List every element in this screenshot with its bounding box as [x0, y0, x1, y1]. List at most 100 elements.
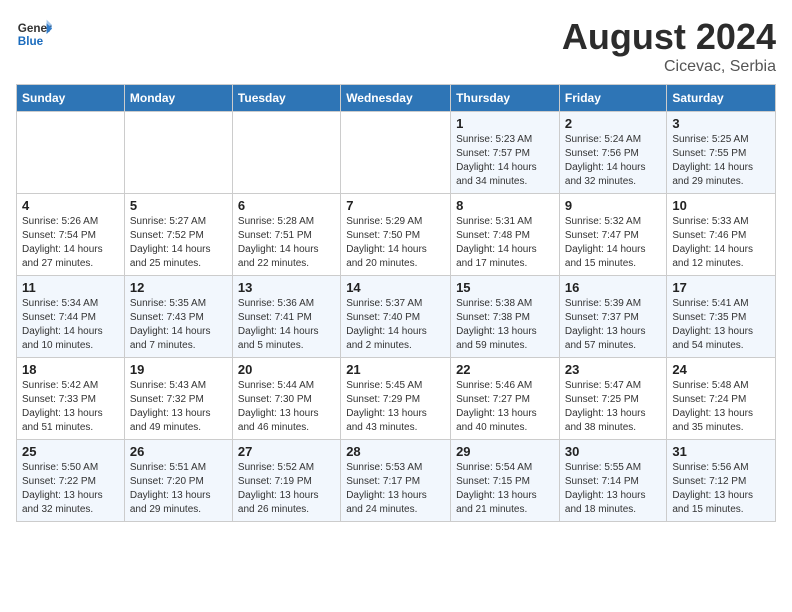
calendar-cell: 21 Sunrise: 5:45 AM Sunset: 7:29 PM Dayli… [341, 358, 451, 440]
day-number: 3 [672, 116, 770, 131]
day-number: 7 [346, 198, 445, 213]
day-number: 29 [456, 444, 554, 459]
calendar-cell: 15 Sunrise: 5:38 AM Sunset: 7:38 PM Dayli… [451, 276, 560, 358]
calendar-cell: 24Sunrise: 5:48 AM Sunset: 7:24 PM Dayli… [667, 358, 776, 440]
day-number: 14 [346, 280, 445, 295]
day-header-saturday: Saturday [667, 85, 776, 112]
logo-icon: General Blue [16, 16, 52, 52]
calendar-cell: 3 Sunrise: 5:25 AM Sunset: 7:55 PM Daylig… [667, 112, 776, 194]
day-info: Sunrise: 5:26 AM Sunset: 7:54 PM Dayligh… [22, 215, 119, 271]
calendar-cell [232, 112, 340, 194]
subtitle: Cicevac, Serbia [562, 58, 776, 76]
day-number: 2 [565, 116, 661, 131]
day-header-thursday: Thursday [451, 85, 560, 112]
calendar-cell: 10 Sunrise: 5:33 AM Sunset: 7:46 PM Dayli… [667, 194, 776, 276]
day-number: 23 [565, 362, 661, 377]
calendar-cell: 31Sunrise: 5:56 AM Sunset: 7:12 PM Dayli… [667, 440, 776, 522]
calendar-cell [341, 112, 451, 194]
day-number: 26 [130, 444, 227, 459]
day-info: Sunrise: 5:41 AM Sunset: 7:35 PM Dayligh… [672, 297, 770, 353]
day-info: Sunrise: 5:25 AM Sunset: 7:55 PM Dayligh… [672, 133, 770, 189]
day-info: Sunrise: 5:47 AM Sunset: 7:25 PM Dayligh… [565, 379, 661, 435]
day-info: Sunrise: 5:42 AM Sunset: 7:33 PM Dayligh… [22, 379, 119, 435]
calendar-week-1: 1Sunrise: 5:23 AM Sunset: 7:57 PM Daylig… [17, 112, 776, 194]
day-info: Sunrise: 5:31 AM Sunset: 7:48 PM Dayligh… [456, 215, 554, 271]
day-info: Sunrise: 5:36 AM Sunset: 7:41 PM Dayligh… [238, 297, 335, 353]
calendar-week-2: 4 Sunrise: 5:26 AM Sunset: 7:54 PM Daylig… [17, 194, 776, 276]
day-info: Sunrise: 5:51 AM Sunset: 7:20 PM Dayligh… [130, 461, 227, 517]
day-info: Sunrise: 5:27 AM Sunset: 7:52 PM Dayligh… [130, 215, 227, 271]
day-number: 10 [672, 198, 770, 213]
calendar-cell: 7 Sunrise: 5:29 AM Sunset: 7:50 PM Daylig… [341, 194, 451, 276]
day-info: Sunrise: 5:50 AM Sunset: 7:22 PM Dayligh… [22, 461, 119, 517]
day-number: 1 [456, 116, 554, 131]
day-header-tuesday: Tuesday [232, 85, 340, 112]
day-info: Sunrise: 5:48 AM Sunset: 7:24 PM Dayligh… [672, 379, 770, 435]
day-header-sunday: Sunday [17, 85, 125, 112]
calendar-cell: 17 Sunrise: 5:41 AM Sunset: 7:35 PM Dayli… [667, 276, 776, 358]
day-number: 28 [346, 444, 445, 459]
calendar-cell: 12 Sunrise: 5:35 AM Sunset: 7:43 PM Dayli… [124, 276, 232, 358]
day-info: Sunrise: 5:56 AM Sunset: 7:12 PM Dayligh… [672, 461, 770, 517]
day-number: 30 [565, 444, 661, 459]
calendar-cell: 4 Sunrise: 5:26 AM Sunset: 7:54 PM Daylig… [17, 194, 125, 276]
day-number: 11 [22, 280, 119, 295]
calendar-cell: 16 Sunrise: 5:39 AM Sunset: 7:37 PM Dayli… [559, 276, 666, 358]
day-number: 13 [238, 280, 335, 295]
calendar-cell: 29 Sunrise: 5:54 AM Sunset: 7:15 PM Dayli… [451, 440, 560, 522]
calendar-cell: 13 Sunrise: 5:36 AM Sunset: 7:41 PM Dayli… [232, 276, 340, 358]
calendar-week-3: 11Sunrise: 5:34 AM Sunset: 7:44 PM Dayli… [17, 276, 776, 358]
day-info: Sunrise: 5:45 AM Sunset: 7:29 PM Dayligh… [346, 379, 445, 435]
calendar-cell: 1Sunrise: 5:23 AM Sunset: 7:57 PM Daylig… [451, 112, 560, 194]
calendar-cell: 27 Sunrise: 5:52 AM Sunset: 7:19 PM Dayli… [232, 440, 340, 522]
calendar-cell: 2 Sunrise: 5:24 AM Sunset: 7:56 PM Daylig… [559, 112, 666, 194]
day-info: Sunrise: 5:39 AM Sunset: 7:37 PM Dayligh… [565, 297, 661, 353]
calendar-cell: 23 Sunrise: 5:47 AM Sunset: 7:25 PM Dayli… [559, 358, 666, 440]
day-number: 20 [238, 362, 335, 377]
day-number: 9 [565, 198, 661, 213]
calendar-cell: 5Sunrise: 5:27 AM Sunset: 7:52 PM Daylig… [124, 194, 232, 276]
main-title: August 2024 [562, 16, 776, 58]
day-number: 12 [130, 280, 227, 295]
day-number: 16 [565, 280, 661, 295]
calendar-cell: 8 Sunrise: 5:31 AM Sunset: 7:48 PM Daylig… [451, 194, 560, 276]
day-info: Sunrise: 5:33 AM Sunset: 7:46 PM Dayligh… [672, 215, 770, 271]
calendar-cell: 28 Sunrise: 5:53 AM Sunset: 7:17 PM Dayli… [341, 440, 451, 522]
day-info: Sunrise: 5:28 AM Sunset: 7:51 PM Dayligh… [238, 215, 335, 271]
day-header-monday: Monday [124, 85, 232, 112]
day-header-friday: Friday [559, 85, 666, 112]
day-info: Sunrise: 5:38 AM Sunset: 7:38 PM Dayligh… [456, 297, 554, 353]
day-number: 25 [22, 444, 119, 459]
day-info: Sunrise: 5:29 AM Sunset: 7:50 PM Dayligh… [346, 215, 445, 271]
calendar-cell: 14Sunrise: 5:37 AM Sunset: 7:40 PM Dayli… [341, 276, 451, 358]
calendar-cell: 20 Sunrise: 5:44 AM Sunset: 7:30 PM Dayli… [232, 358, 340, 440]
calendar-cell: 9 Sunrise: 5:32 AM Sunset: 7:47 PM Daylig… [559, 194, 666, 276]
day-info: Sunrise: 5:24 AM Sunset: 7:56 PM Dayligh… [565, 133, 661, 189]
day-number: 27 [238, 444, 335, 459]
calendar-week-4: 18 Sunrise: 5:42 AM Sunset: 7:33 PM Dayli… [17, 358, 776, 440]
day-info: Sunrise: 5:53 AM Sunset: 7:17 PM Dayligh… [346, 461, 445, 517]
title-block: August 2024 Cicevac, Serbia [562, 16, 776, 76]
calendar-cell [17, 112, 125, 194]
day-number: 21 [346, 362, 445, 377]
calendar-cell: 25 Sunrise: 5:50 AM Sunset: 7:22 PM Dayli… [17, 440, 125, 522]
day-info: Sunrise: 5:32 AM Sunset: 7:47 PM Dayligh… [565, 215, 661, 271]
svg-text:Blue: Blue [18, 35, 44, 48]
day-number: 17 [672, 280, 770, 295]
calendar-cell: 19Sunrise: 5:43 AM Sunset: 7:32 PM Dayli… [124, 358, 232, 440]
day-number: 18 [22, 362, 119, 377]
day-number: 6 [238, 198, 335, 213]
day-number: 15 [456, 280, 554, 295]
day-info: Sunrise: 5:35 AM Sunset: 7:43 PM Dayligh… [130, 297, 227, 353]
day-header-wednesday: Wednesday [341, 85, 451, 112]
calendar-cell: 11Sunrise: 5:34 AM Sunset: 7:44 PM Dayli… [17, 276, 125, 358]
day-info: Sunrise: 5:44 AM Sunset: 7:30 PM Dayligh… [238, 379, 335, 435]
day-info: Sunrise: 5:54 AM Sunset: 7:15 PM Dayligh… [456, 461, 554, 517]
calendar-cell: 6 Sunrise: 5:28 AM Sunset: 7:51 PM Daylig… [232, 194, 340, 276]
day-info: Sunrise: 5:46 AM Sunset: 7:27 PM Dayligh… [456, 379, 554, 435]
day-number: 8 [456, 198, 554, 213]
calendar-cell: 22Sunrise: 5:46 AM Sunset: 7:27 PM Dayli… [451, 358, 560, 440]
day-info: Sunrise: 5:55 AM Sunset: 7:14 PM Dayligh… [565, 461, 661, 517]
day-number: 4 [22, 198, 119, 213]
day-info: Sunrise: 5:52 AM Sunset: 7:19 PM Dayligh… [238, 461, 335, 517]
